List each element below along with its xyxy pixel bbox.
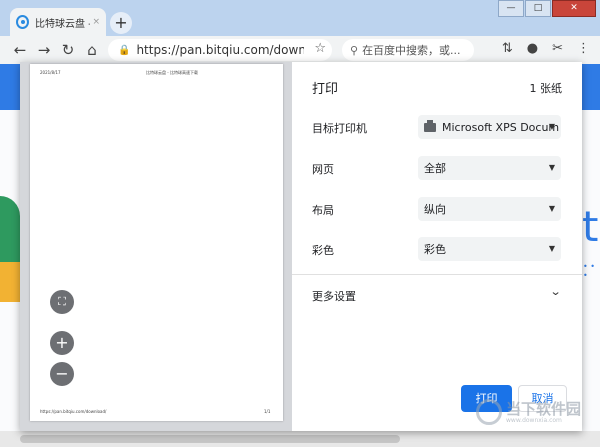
maximize-button[interactable]: □: [525, 0, 551, 17]
layout-label: 布局: [312, 204, 334, 217]
color-label: 彩色: [312, 244, 334, 257]
more-settings-toggle[interactable]: 更多设置: [312, 288, 356, 304]
zoom-out-icon[interactable]: −: [50, 362, 74, 386]
layout-value: 纵向: [424, 203, 446, 216]
window-controls: — □ ✕: [498, 0, 596, 17]
toolbar-right-icons: ⇅ ● ✂ ⋮: [502, 41, 590, 56]
pages-label: 网页: [312, 163, 334, 176]
home-icon[interactable]: ⌂: [80, 41, 104, 59]
tab-title: 比特球云盘 - 8: [34, 18, 91, 30]
back-icon[interactable]: ←: [8, 41, 32, 59]
layout-select[interactable]: 纵向 ▼: [418, 197, 561, 221]
fit-to-page-icon[interactable]: ⛶: [50, 290, 74, 314]
pages-select[interactable]: 全部 ▼: [418, 156, 561, 180]
color-select[interactable]: 彩色 ▼: [418, 237, 561, 261]
chevron-down-icon: ▼: [548, 244, 555, 253]
destination-value: Microsoft XPS Docum: [442, 120, 560, 134]
profile-icon[interactable]: ●: [527, 41, 538, 56]
preview-page-number: 1/1: [264, 409, 271, 414]
scissors-icon[interactable]: ✂: [552, 41, 563, 56]
print-dialog: 2021/8/17 比特球云盘 - 比特球高速下载 https://pan.bi…: [20, 62, 582, 431]
close-window-button[interactable]: ✕: [552, 0, 596, 17]
scrollbar-thumb[interactable]: [20, 435, 400, 443]
preview-date: 2021/8/17: [40, 70, 61, 75]
preview-footer-url: https://pan.bitqiu.com/download/: [40, 409, 107, 414]
minimize-button[interactable]: —: [498, 0, 524, 17]
chevron-down-icon: ▼: [548, 122, 555, 131]
browser-tab[interactable]: 比特球云盘 - 8 ×: [10, 8, 106, 36]
url-text: https://pan.bitqiu.com/downlo...: [136, 43, 305, 57]
search-input[interactable]: ⚲ 在百度中搜索，或...: [342, 39, 474, 61]
reload-icon[interactable]: ↻: [56, 41, 80, 59]
sheet-count: 1 张纸: [529, 82, 563, 95]
pages-value: 全部: [424, 162, 446, 175]
chevron-down-icon[interactable]: ⌄: [549, 285, 561, 298]
watermark-url: www.downxia.com: [506, 416, 562, 424]
bookmark-star-icon[interactable]: ☆: [314, 41, 326, 56]
lock-icon: 🔒: [118, 44, 131, 56]
chevron-down-icon: ▼: [548, 204, 555, 213]
watermark-brand: 当下软件园: [506, 399, 582, 418]
print-settings-panel: 打印 1 张纸 目标打印机 Microsoft XPS Docum ▼ 网页 全…: [292, 62, 582, 431]
chevron-down-icon: ▼: [548, 163, 555, 172]
menu-icon[interactable]: ⋮: [577, 41, 590, 56]
destination-label: 目标打印机: [312, 122, 367, 135]
address-bar[interactable]: 🔒 https://pan.bitqiu.com/downlo... ☆: [108, 39, 332, 61]
decorative-dots: • • •: [583, 262, 595, 280]
site-favicon-icon: [16, 15, 29, 29]
pot-illustration: [0, 262, 20, 302]
print-preview-area: 2021/8/17 比特球云盘 - 比特球高速下载 https://pan.bi…: [20, 62, 292, 431]
dialog-title: 打印: [312, 82, 339, 97]
color-value: 彩色: [424, 243, 446, 256]
tab-close-icon[interactable]: ×: [92, 17, 100, 27]
printer-icon: [424, 119, 436, 132]
new-tab-button[interactable]: +: [110, 12, 132, 34]
settings-divider: [292, 274, 582, 275]
horizontal-scrollbar[interactable]: [0, 431, 600, 447]
zoom-in-icon[interactable]: +: [50, 331, 74, 355]
search-placeholder: 在百度中搜索，或...: [362, 44, 461, 57]
preview-header: 比特球云盘 - 比特球高速下载: [146, 70, 198, 75]
sync-icon[interactable]: ⇅: [502, 41, 513, 56]
destination-select[interactable]: Microsoft XPS Docum ▼: [418, 115, 561, 139]
browser-toolbar: ← → ↻ ⌂ 🔒 https://pan.bitqiu.com/downlo.…: [0, 36, 600, 64]
forward-icon[interactable]: →: [32, 41, 56, 59]
search-icon: ⚲: [350, 43, 359, 57]
watermark: 当下软件园 www.downxia.com: [476, 392, 596, 432]
background-text: t: [582, 202, 599, 251]
watermark-logo-icon: [476, 399, 502, 425]
title-bar: 比特球云盘 - 8 × + — □ ✕: [0, 0, 600, 36]
